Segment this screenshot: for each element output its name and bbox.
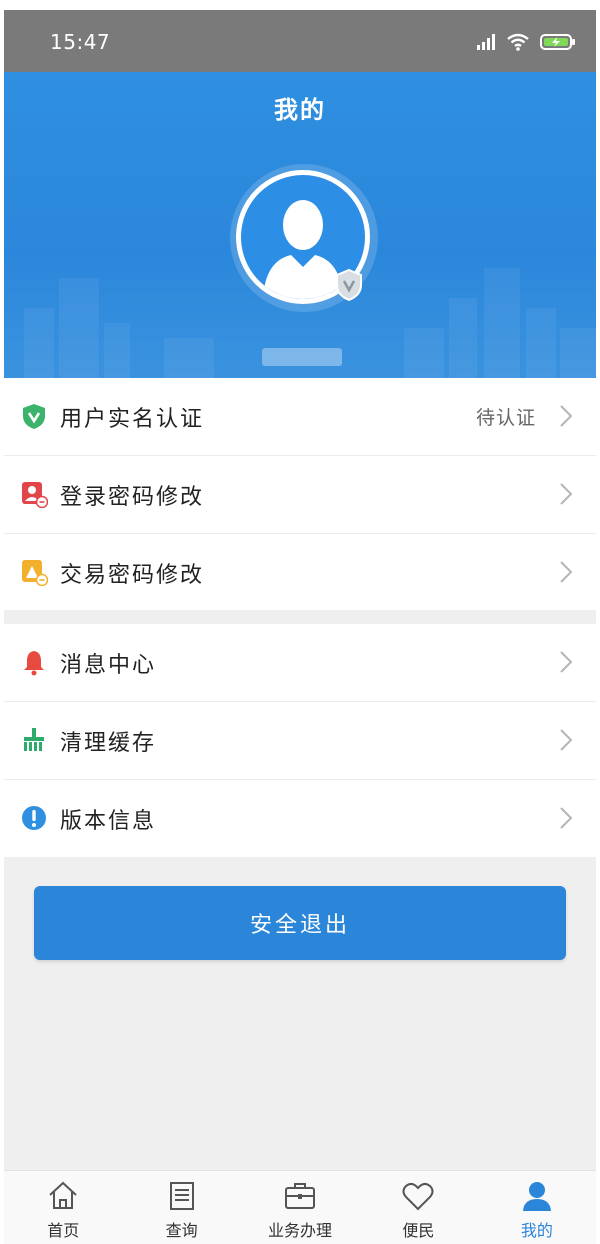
tab-home[interactable]: 首页 xyxy=(4,1171,122,1244)
lock-key-icon xyxy=(22,560,48,586)
menu-item-version[interactable]: 版本信息 xyxy=(4,780,596,857)
phone-screen: 15:47 我的 用户实名认证 待认证 登录密码修改 交易密码修改 消息中心 清… xyxy=(4,10,596,1244)
menu-item-label: 登录密码修改 xyxy=(60,484,205,510)
menu-item-label: 交易密码修改 xyxy=(60,562,205,588)
chevron-right-icon xyxy=(560,807,573,829)
app-menu: 消息中心 清理缓存 版本信息 xyxy=(4,624,596,857)
menu-item-real-name[interactable]: 用户实名认证 待认证 xyxy=(4,378,596,456)
tab-mine[interactable]: 我的 xyxy=(478,1171,596,1244)
verified-shield-icon xyxy=(336,268,362,302)
tab-label: 业务办理 xyxy=(268,1221,333,1240)
heart-icon xyxy=(402,1182,434,1211)
user-key-icon xyxy=(22,482,48,508)
menu-item-label: 用户实名认证 xyxy=(60,406,205,432)
tab-label: 查询 xyxy=(165,1221,198,1240)
menu-item-label: 版本信息 xyxy=(60,808,157,834)
menu-item-messages[interactable]: 消息中心 xyxy=(4,624,596,702)
menu-item-login-password[interactable]: 登录密码修改 xyxy=(4,456,596,534)
tab-label: 我的 xyxy=(520,1221,553,1240)
bottom-tab-bar: 首页 查询 业务办理 便民 我的 xyxy=(4,1170,596,1244)
tab-query[interactable]: 查询 xyxy=(122,1171,240,1244)
status-time: 15:47 xyxy=(50,30,111,54)
person-icon xyxy=(522,1182,551,1211)
status-icons xyxy=(476,30,576,54)
verification-status: 待认证 xyxy=(475,407,536,429)
tab-label: 便民 xyxy=(402,1221,435,1240)
signal-icon xyxy=(477,34,495,50)
page-title: 我的 xyxy=(274,96,326,124)
account-menu: 用户实名认证 待认证 登录密码修改 交易密码修改 xyxy=(4,378,596,611)
home-icon xyxy=(49,1181,77,1209)
menu-item-label: 清理缓存 xyxy=(60,730,157,756)
battery-icon xyxy=(540,34,575,50)
section-divider xyxy=(4,610,596,624)
menu-item-clear-cache[interactable]: 清理缓存 xyxy=(4,702,596,780)
shield-v-icon xyxy=(23,404,45,429)
broom-icon xyxy=(24,728,44,751)
bell-icon xyxy=(24,651,44,676)
logout-button[interactable]: 安全退出 xyxy=(34,886,566,960)
info-icon xyxy=(22,806,46,830)
menu-item-trade-password[interactable]: 交易密码修改 xyxy=(4,534,596,611)
username-placeholder xyxy=(262,348,342,366)
profile-header: 我的 xyxy=(4,72,596,378)
chevron-right-icon xyxy=(560,561,573,583)
chevron-right-icon xyxy=(560,405,573,427)
tab-label: 首页 xyxy=(47,1221,80,1240)
briefcase-icon xyxy=(285,1183,316,1209)
status-bar: 15:47 xyxy=(4,10,596,72)
document-icon xyxy=(169,1182,194,1210)
tab-business[interactable]: 业务办理 xyxy=(241,1171,359,1244)
wifi-icon xyxy=(507,33,529,51)
chevron-right-icon xyxy=(560,483,573,505)
chevron-right-icon xyxy=(560,651,573,673)
menu-item-label: 消息中心 xyxy=(60,652,157,678)
chevron-right-icon xyxy=(560,729,573,751)
tab-convenience[interactable]: 便民 xyxy=(359,1171,477,1244)
